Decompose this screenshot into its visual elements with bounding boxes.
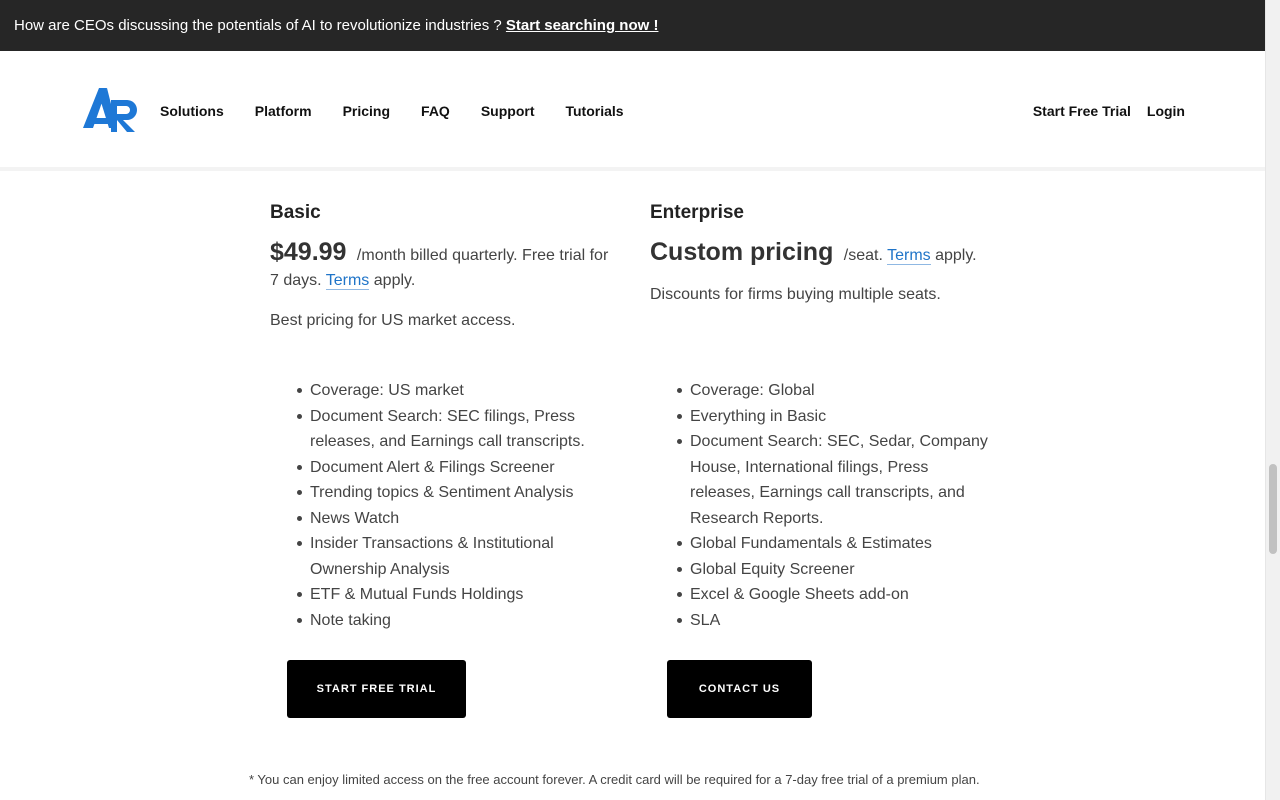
nav-tutorials[interactable]: Tutorials — [565, 103, 623, 119]
page: How are CEOs discussing the potentials o… — [0, 0, 1265, 800]
start-free-trial-button[interactable]: START FREE TRIAL — [287, 660, 466, 718]
nav-platform[interactable]: Platform — [255, 103, 312, 119]
logo-icon[interactable] — [83, 88, 137, 132]
nav-faq[interactable]: FAQ — [421, 103, 450, 119]
terms-apply: apply. — [373, 272, 416, 289]
footnote: * You can enjoy limited access on the fr… — [249, 772, 980, 787]
announcement-text: How are CEOs discussing the potentials o… — [14, 17, 506, 34]
contact-us-button[interactable]: CONTACT US — [667, 660, 812, 718]
list-item: Global Fundamentals & Estimates — [676, 531, 996, 557]
nav-support[interactable]: Support — [481, 103, 535, 119]
list-item: Document Alert & Filings Screener — [296, 455, 616, 481]
plan-description: Discounts for firms buying multiple seat… — [650, 286, 941, 303]
main-nav: Solutions Platform Pricing FAQ Support T… — [160, 51, 655, 171]
basic-feature-list: Coverage: US market Document Search: SEC… — [296, 378, 616, 633]
list-item: Coverage: Global — [676, 378, 996, 404]
price-line: $49.99 /month billed quarterly. Free tri… — [270, 240, 615, 293]
price-note: /seat. — [843, 247, 883, 264]
list-item: Trending topics & Sentiment Analysis — [296, 480, 616, 506]
announcement-bar: How are CEOs discussing the potentials o… — [0, 0, 1265, 51]
list-item: News Watch — [296, 506, 616, 532]
list-item: Coverage: US market — [296, 378, 616, 404]
list-item: Global Equity Screener — [676, 557, 996, 583]
list-item: Excel & Google Sheets add-on — [676, 582, 996, 608]
site-header: Solutions Platform Pricing FAQ Support T… — [0, 51, 1265, 171]
start-free-trial-link[interactable]: Start Free Trial — [1033, 103, 1131, 119]
plan-description: Best pricing for US market access. — [270, 312, 516, 329]
login-link[interactable]: Login — [1147, 103, 1185, 119]
terms-apply: apply. — [935, 247, 977, 264]
plan-name: Enterprise — [650, 202, 744, 223]
list-item: Everything in Basic — [676, 404, 996, 430]
account-nav: Start Free Trial Login — [1017, 51, 1185, 171]
list-item: Insider Transactions & Institutional Own… — [296, 531, 616, 582]
enterprise-feature-list: Coverage: Global Everything in Basic Doc… — [676, 378, 996, 633]
list-item: Document Search: SEC, Sedar, Company Hou… — [676, 429, 996, 531]
list-item: ETF & Mutual Funds Holdings — [296, 582, 616, 608]
plan-basic: Basic $49.99 /month billed quarterly. Fr… — [270, 200, 615, 333]
plan-price: $49.99 — [270, 238, 347, 266]
terms-link[interactable]: Terms — [325, 272, 370, 290]
list-item: Document Search: SEC filings, Press rele… — [296, 404, 616, 455]
nav-solutions[interactable]: Solutions — [160, 103, 224, 119]
price-line: Custom pricing /seat. Terms apply. — [650, 240, 995, 268]
nav-pricing[interactable]: Pricing — [343, 103, 390, 119]
list-item: SLA — [676, 608, 996, 634]
scrollbar-thumb[interactable] — [1269, 464, 1277, 554]
list-item: Note taking — [296, 608, 616, 634]
plan-name: Basic — [270, 202, 321, 223]
plan-enterprise: Enterprise Custom pricing /seat. Terms a… — [650, 200, 995, 307]
plan-price: Custom pricing — [650, 238, 834, 266]
scrollbar[interactable] — [1265, 0, 1280, 800]
terms-link[interactable]: Terms — [887, 247, 931, 265]
start-searching-link[interactable]: Start searching now ! — [506, 17, 659, 34]
